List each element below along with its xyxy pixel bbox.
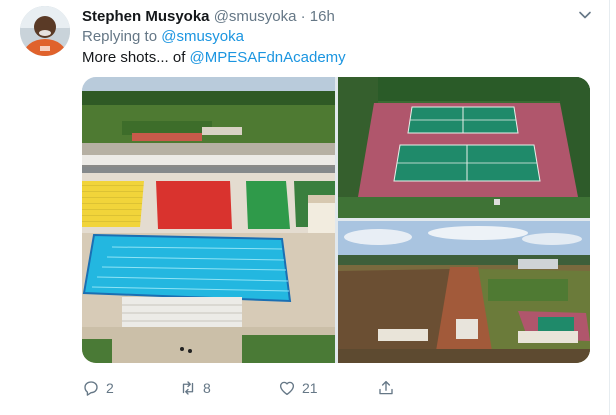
tweet-actions: 2 8 21 — [82, 376, 602, 400]
retweet-icon — [182, 381, 194, 395]
media-grid — [82, 77, 590, 363]
author-handle[interactable]: @smusyoka — [214, 8, 297, 25]
avatar[interactable] — [20, 6, 70, 56]
replying-to-handle-link[interactable]: @smusyoka — [161, 28, 244, 45]
heart-icon — [279, 381, 295, 396]
avatar-photo — [20, 6, 70, 56]
aerial-grounds-image — [338, 221, 590, 363]
like-button[interactable]: 21 — [278, 376, 318, 400]
tweet-header: Stephen Musyoka @smusyoka · 16h — [82, 7, 335, 27]
retweet-count: 8 — [203, 380, 211, 396]
chevron-down-icon[interactable] — [578, 8, 592, 22]
photo-tennis-courts[interactable] — [338, 77, 590, 218]
reply-count: 2 — [106, 380, 114, 396]
mention-link[interactable]: @MPESAFdnAcademy — [190, 49, 346, 66]
reply-icon — [84, 381, 98, 396]
tweet-body-text: More shots... of — [82, 49, 186, 66]
tennis-courts-image — [338, 77, 590, 218]
share-button[interactable] — [377, 376, 395, 400]
photo-stadium-pool[interactable] — [82, 77, 335, 363]
author-name[interactable]: Stephen Musyoka — [82, 8, 210, 25]
retweet-button[interactable]: 8 — [179, 376, 211, 400]
stadium-pool-image — [82, 77, 335, 363]
reply-button[interactable]: 2 — [82, 376, 114, 400]
like-count: 21 — [302, 380, 318, 396]
separator-dot: · — [300, 8, 306, 25]
replying-to-label: Replying to — [82, 28, 158, 45]
tweet-text: More shots... of @MPESAFdnAcademy — [82, 48, 346, 68]
share-icon — [379, 380, 393, 395]
tweet-timestamp[interactable]: 16h — [310, 8, 335, 25]
replying-to: Replying to @smusyoka — [82, 27, 244, 47]
photo-aerial-grounds[interactable] — [338, 221, 590, 363]
tweet[interactable]: Stephen Musyoka @smusyoka · 16h Replying… — [0, 0, 610, 415]
